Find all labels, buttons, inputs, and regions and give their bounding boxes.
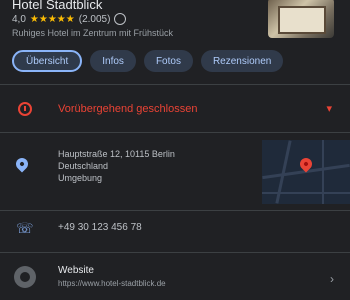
phone-icon: ☏ — [16, 220, 34, 236]
review-count: (2.005) — [78, 13, 111, 25]
place-description: Ruhiges Hotel im Zentrum mit Frühstück — [12, 28, 174, 38]
map-road — [322, 140, 324, 204]
location-pin-icon — [13, 155, 31, 173]
rating-value: 4,0 — [12, 13, 26, 25]
clock-icon — [18, 102, 32, 116]
chip-reviews[interactable]: Rezensionen — [200, 50, 284, 72]
phone-row[interactable]: ☏ +49 30 123 456 78 — [0, 216, 350, 240]
divider — [0, 210, 350, 211]
place-photo-thumbnail[interactable] — [268, 0, 334, 38]
chip-info[interactable]: Infos — [90, 50, 136, 72]
chip-photos[interactable]: Fotos — [143, 50, 193, 72]
globe-icon — [14, 266, 36, 288]
info-icon[interactable] — [114, 13, 127, 25]
chip-overview[interactable]: Übersicht — [12, 50, 83, 72]
place-title: Hotel Stadtblick — [12, 0, 103, 12]
phone-number: +49 30 123 456 78 — [58, 222, 142, 233]
website-row[interactable]: Website https://www.hotel-stadtblick.de … — [0, 262, 350, 300]
address-row[interactable]: Hauptstraße 12, 10115 Berlin Deutschland… — [0, 140, 350, 208]
map-road — [262, 192, 350, 194]
divider — [0, 252, 350, 253]
rating-row[interactable]: 4,0 ★★★★★ (2.005) — [12, 13, 127, 25]
address-line-1: Hauptstraße 12, 10115 Berlin — [58, 149, 175, 159]
website-title: Website — [58, 265, 94, 276]
hours-status: Vorübergehend geschlossen — [58, 103, 198, 115]
website-url: https://www.hotel-stadtblick.de — [58, 279, 166, 288]
hours-row[interactable]: Vorübergehend geschlossen ▾ — [0, 96, 350, 124]
photo-frame — [278, 6, 326, 34]
address-line-2: Deutschland — [58, 161, 109, 171]
map-thumbnail[interactable] — [262, 140, 350, 204]
chevron-down-icon[interactable]: ▾ — [326, 102, 332, 115]
divider — [0, 84, 350, 85]
chevron-right-icon[interactable]: › — [330, 272, 334, 286]
divider — [0, 132, 350, 133]
address-line-3: Umgebung — [58, 173, 103, 183]
address-text: Hauptstraße 12, 10115 Berlin Deutschland… — [58, 148, 175, 184]
tab-chips: Übersicht Infos Fotos Rezensionen — [12, 50, 284, 72]
star-rating: ★★★★★ — [29, 13, 75, 25]
